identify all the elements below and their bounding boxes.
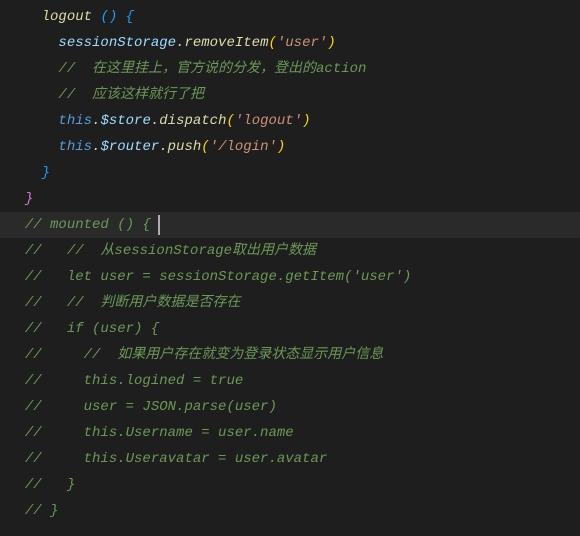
keyword-this: this [58, 113, 92, 129]
indent [8, 217, 25, 233]
comment: // // ​ 从sessionStorage取出用户数据 [25, 243, 316, 259]
indent [8, 191, 25, 207]
paren-open: ( [201, 139, 209, 155]
keyword-this: this [58, 139, 92, 155]
indent [8, 165, 42, 181]
indent [8, 477, 25, 493]
code-line[interactable]: // let user = sessionStorage.getItem('us… [0, 264, 580, 290]
indent [8, 9, 42, 25]
code-line[interactable]: // ​ 在这里挂上，官方说的分发，登出的action [0, 56, 580, 82]
code-line[interactable]: } [0, 186, 580, 212]
function-call: removeItem [184, 35, 268, 51]
paren-open: ( [226, 113, 234, 129]
code-line[interactable]: // // ​ 判断用户数据是否存在 [0, 290, 580, 316]
code-line[interactable]: // this.logined = true [0, 368, 580, 394]
space [117, 9, 125, 25]
indent [8, 269, 25, 285]
code-line[interactable]: // // ​ 从sessionStorage取出用户数据 [0, 238, 580, 264]
code-line[interactable]: // } [0, 472, 580, 498]
function-call: dispatch [159, 113, 226, 129]
code-editor[interactable]: logout () { sessionStorage.removeItem('u… [0, 0, 580, 524]
string-literal: '/login' [210, 139, 277, 155]
comment: // ​ 应该这样就行了把 [58, 87, 204, 103]
paren-open: ( [100, 9, 108, 25]
identifier: sessionStorage [58, 35, 176, 51]
code-line[interactable]: // if (user) { [0, 316, 580, 342]
paren-open: ( [268, 35, 276, 51]
code-line[interactable]: // ​ 应该这样就行了把 [0, 82, 580, 108]
indent [8, 61, 58, 77]
string-literal: 'logout' [235, 113, 302, 129]
code-line[interactable]: } [0, 160, 580, 186]
identifier: $store [100, 113, 150, 129]
comment: // mounted () { [25, 217, 151, 233]
comment: // let user = sessionStorage.getItem('us… [25, 269, 411, 285]
brace-close: } [42, 165, 50, 181]
indent [8, 373, 25, 389]
method-name: logout [42, 9, 92, 25]
dot: . [159, 139, 167, 155]
brace-close: } [25, 191, 33, 207]
text-cursor [158, 215, 160, 235]
comment: // this.Useravatar = user.avatar [25, 451, 327, 467]
code-line[interactable]: this.$store.dispatch('logout') [0, 108, 580, 134]
indent [8, 35, 58, 51]
indent [8, 295, 25, 311]
code-line[interactable]: // } [0, 498, 580, 524]
comment: // this.Username = user.name [25, 425, 294, 441]
code-line[interactable]: // this.Username = user.name [0, 420, 580, 446]
comment: // ​ 在这里挂上，官方说的分发，登出的action [58, 61, 366, 77]
paren-close: ) [302, 113, 310, 129]
paren-close: ) [109, 9, 117, 25]
comment: // } [25, 477, 75, 493]
function-call: push [168, 139, 202, 155]
indent [8, 243, 25, 259]
indent [8, 503, 25, 519]
code-line[interactable]: logout () { [0, 4, 580, 30]
comment: // // ​ 如果用户存在就变为登录状态显示用户信息 [25, 347, 383, 363]
indent [8, 425, 25, 441]
code-line-active[interactable]: // mounted () { [0, 212, 580, 238]
indent [8, 87, 58, 103]
comment: // this.logined = true [25, 373, 243, 389]
paren-close: ) [277, 139, 285, 155]
indent [8, 113, 58, 129]
indent [8, 347, 25, 363]
code-line[interactable]: // this.Useravatar = user.avatar [0, 446, 580, 472]
indent [8, 139, 58, 155]
string-literal: 'user' [277, 35, 327, 51]
comment: // } [25, 503, 59, 519]
identifier: $router [100, 139, 159, 155]
dot: . [151, 113, 159, 129]
code-line[interactable]: this.$router.push('/login') [0, 134, 580, 160]
comment: // if (user) { [25, 321, 159, 337]
indent [8, 451, 25, 467]
comment: // // ​ 判断用户数据是否存在 [25, 295, 241, 311]
indent [8, 321, 25, 337]
code-line[interactable]: // // ​ 如果用户存在就变为登录状态显示用户信息 [0, 342, 580, 368]
indent [8, 399, 25, 415]
comment: // user = JSON.parse(user) [25, 399, 277, 415]
paren-close: ) [327, 35, 335, 51]
code-line[interactable]: sessionStorage.removeItem('user') [0, 30, 580, 56]
brace-open: { [126, 9, 134, 25]
code-line[interactable]: // user = JSON.parse(user) [0, 394, 580, 420]
